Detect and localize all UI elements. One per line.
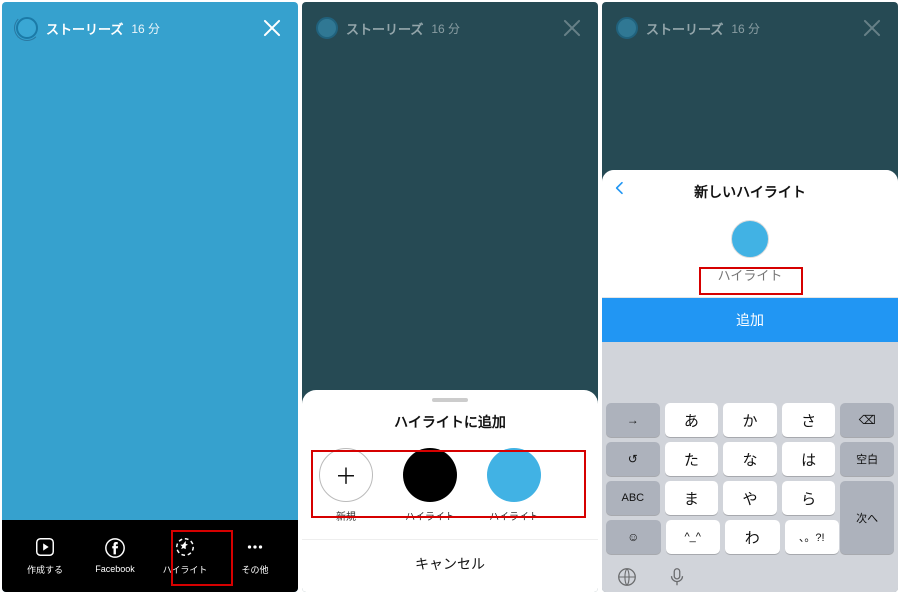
key-ma[interactable]: ま xyxy=(665,481,719,515)
sheet-title: 新しいハイライト xyxy=(694,182,806,202)
new-highlight-screen: ストーリーズ 16 分 新しいハイライト 追加 → あ か さ ⌫ ↺ xyxy=(602,2,898,592)
avatar-icon xyxy=(616,17,638,39)
key-abc[interactable]: ABC xyxy=(606,481,660,515)
cancel-button[interactable]: キャンセル xyxy=(302,539,598,574)
facebook-label: Facebook xyxy=(95,564,135,574)
key-ta[interactable]: た xyxy=(665,442,719,476)
more-label: その他 xyxy=(241,563,268,576)
mic-icon[interactable] xyxy=(666,566,688,588)
facebook-button[interactable]: Facebook xyxy=(80,532,150,578)
highlight-button[interactable]: ハイライト xyxy=(150,531,220,580)
key-delete[interactable]: ⌫ xyxy=(840,403,894,437)
key-na[interactable]: な xyxy=(723,442,777,476)
story-bottom-bar: 作成する Facebook ハイライト その他 xyxy=(2,520,298,592)
keyboard-area xyxy=(602,342,898,399)
sheet-title: ハイライトに追加 xyxy=(394,412,506,432)
key-ka[interactable]: か xyxy=(723,403,777,437)
new-label: 新規 xyxy=(336,508,356,523)
highlight-thumb xyxy=(487,448,541,502)
story-title: ストーリーズ xyxy=(646,19,723,38)
more-icon xyxy=(243,535,267,559)
story-title: ストーリーズ xyxy=(46,19,123,38)
highlight-item-1[interactable]: ハイライト xyxy=(400,448,460,523)
globe-icon[interactable] xyxy=(616,566,638,588)
story-title: ストーリーズ xyxy=(346,19,423,38)
keyboard: → あ か さ ⌫ ↺ た な は 空白 ABC ま や ら 次へ ☺ xyxy=(602,399,898,560)
story-time: 16 分 xyxy=(131,20,160,37)
highlight-form xyxy=(602,214,898,298)
key-wa[interactable]: わ xyxy=(725,520,780,554)
key-undo[interactable]: ↺ xyxy=(606,442,660,476)
highlight-item-2[interactable]: ハイライト xyxy=(484,448,544,523)
add-button[interactable]: 追加 xyxy=(602,298,898,342)
highlight-preview[interactable] xyxy=(731,220,769,258)
facebook-icon xyxy=(103,536,127,560)
avatar-icon xyxy=(316,17,338,39)
story-content[interactable] xyxy=(2,54,298,520)
highlight-label: ハイライト xyxy=(163,563,208,576)
create-icon xyxy=(33,535,57,559)
key-space[interactable]: 空白 xyxy=(840,442,894,476)
key-ya[interactable]: や xyxy=(723,481,777,515)
new-highlight-sheet: 新しいハイライト 追加 → あ か さ ⌫ ↺ た な は 空白 xyxy=(602,170,898,592)
story-header: ストーリーズ 16 分 xyxy=(2,2,298,54)
key-arrow[interactable]: → xyxy=(606,403,660,437)
add-highlight-screen: ストーリーズ 16 分 ハイライトに追加 ＋ 新規 ハイライト ハイライト キャ… xyxy=(302,2,598,592)
keyboard-toolbar xyxy=(602,560,898,592)
highlight-sheet: ハイライトに追加 ＋ 新規 ハイライト ハイライト キャンセル xyxy=(302,390,598,592)
avatar-icon[interactable] xyxy=(16,17,38,39)
key-face[interactable]: ^_^ xyxy=(666,520,721,554)
sheet-grabber[interactable] xyxy=(432,398,468,402)
key-emoji[interactable]: ☺ xyxy=(606,520,661,554)
highlight-thumb xyxy=(403,448,457,502)
story-header-dim: ストーリーズ 16 分 xyxy=(602,2,898,54)
story-viewer-screen: ストーリーズ 16 分 作成する Facebook ハイライト xyxy=(2,2,298,592)
close-icon[interactable] xyxy=(560,16,584,40)
story-header-dim: ストーリーズ 16 分 xyxy=(302,2,598,54)
key-ra[interactable]: ら xyxy=(782,481,836,515)
create-button[interactable]: 作成する xyxy=(10,531,80,580)
close-icon[interactable] xyxy=(260,16,284,40)
highlight-name-input[interactable] xyxy=(690,268,810,283)
new-highlight-button[interactable]: ＋ 新規 xyxy=(316,448,376,523)
highlight-label: ハイライト xyxy=(489,508,539,523)
back-button[interactable] xyxy=(612,180,628,196)
highlight-icon xyxy=(173,535,197,559)
story-time: 16 分 xyxy=(731,20,760,37)
story-time: 16 分 xyxy=(431,20,460,37)
more-button[interactable]: その他 xyxy=(220,531,290,580)
highlight-list: ＋ 新規 ハイライト ハイライト xyxy=(302,446,598,529)
key-punct[interactable]: 、。?! xyxy=(785,520,840,554)
key-next[interactable]: 次へ xyxy=(840,481,894,554)
highlight-label: ハイライト xyxy=(405,508,455,523)
key-sa[interactable]: さ xyxy=(782,403,836,437)
key-a[interactable]: あ xyxy=(665,403,719,437)
key-ha[interactable]: は xyxy=(782,442,836,476)
sheet-header: 新しいハイライト xyxy=(602,170,898,214)
plus-icon: ＋ xyxy=(319,448,373,502)
create-label: 作成する xyxy=(27,563,63,576)
close-icon[interactable] xyxy=(860,16,884,40)
